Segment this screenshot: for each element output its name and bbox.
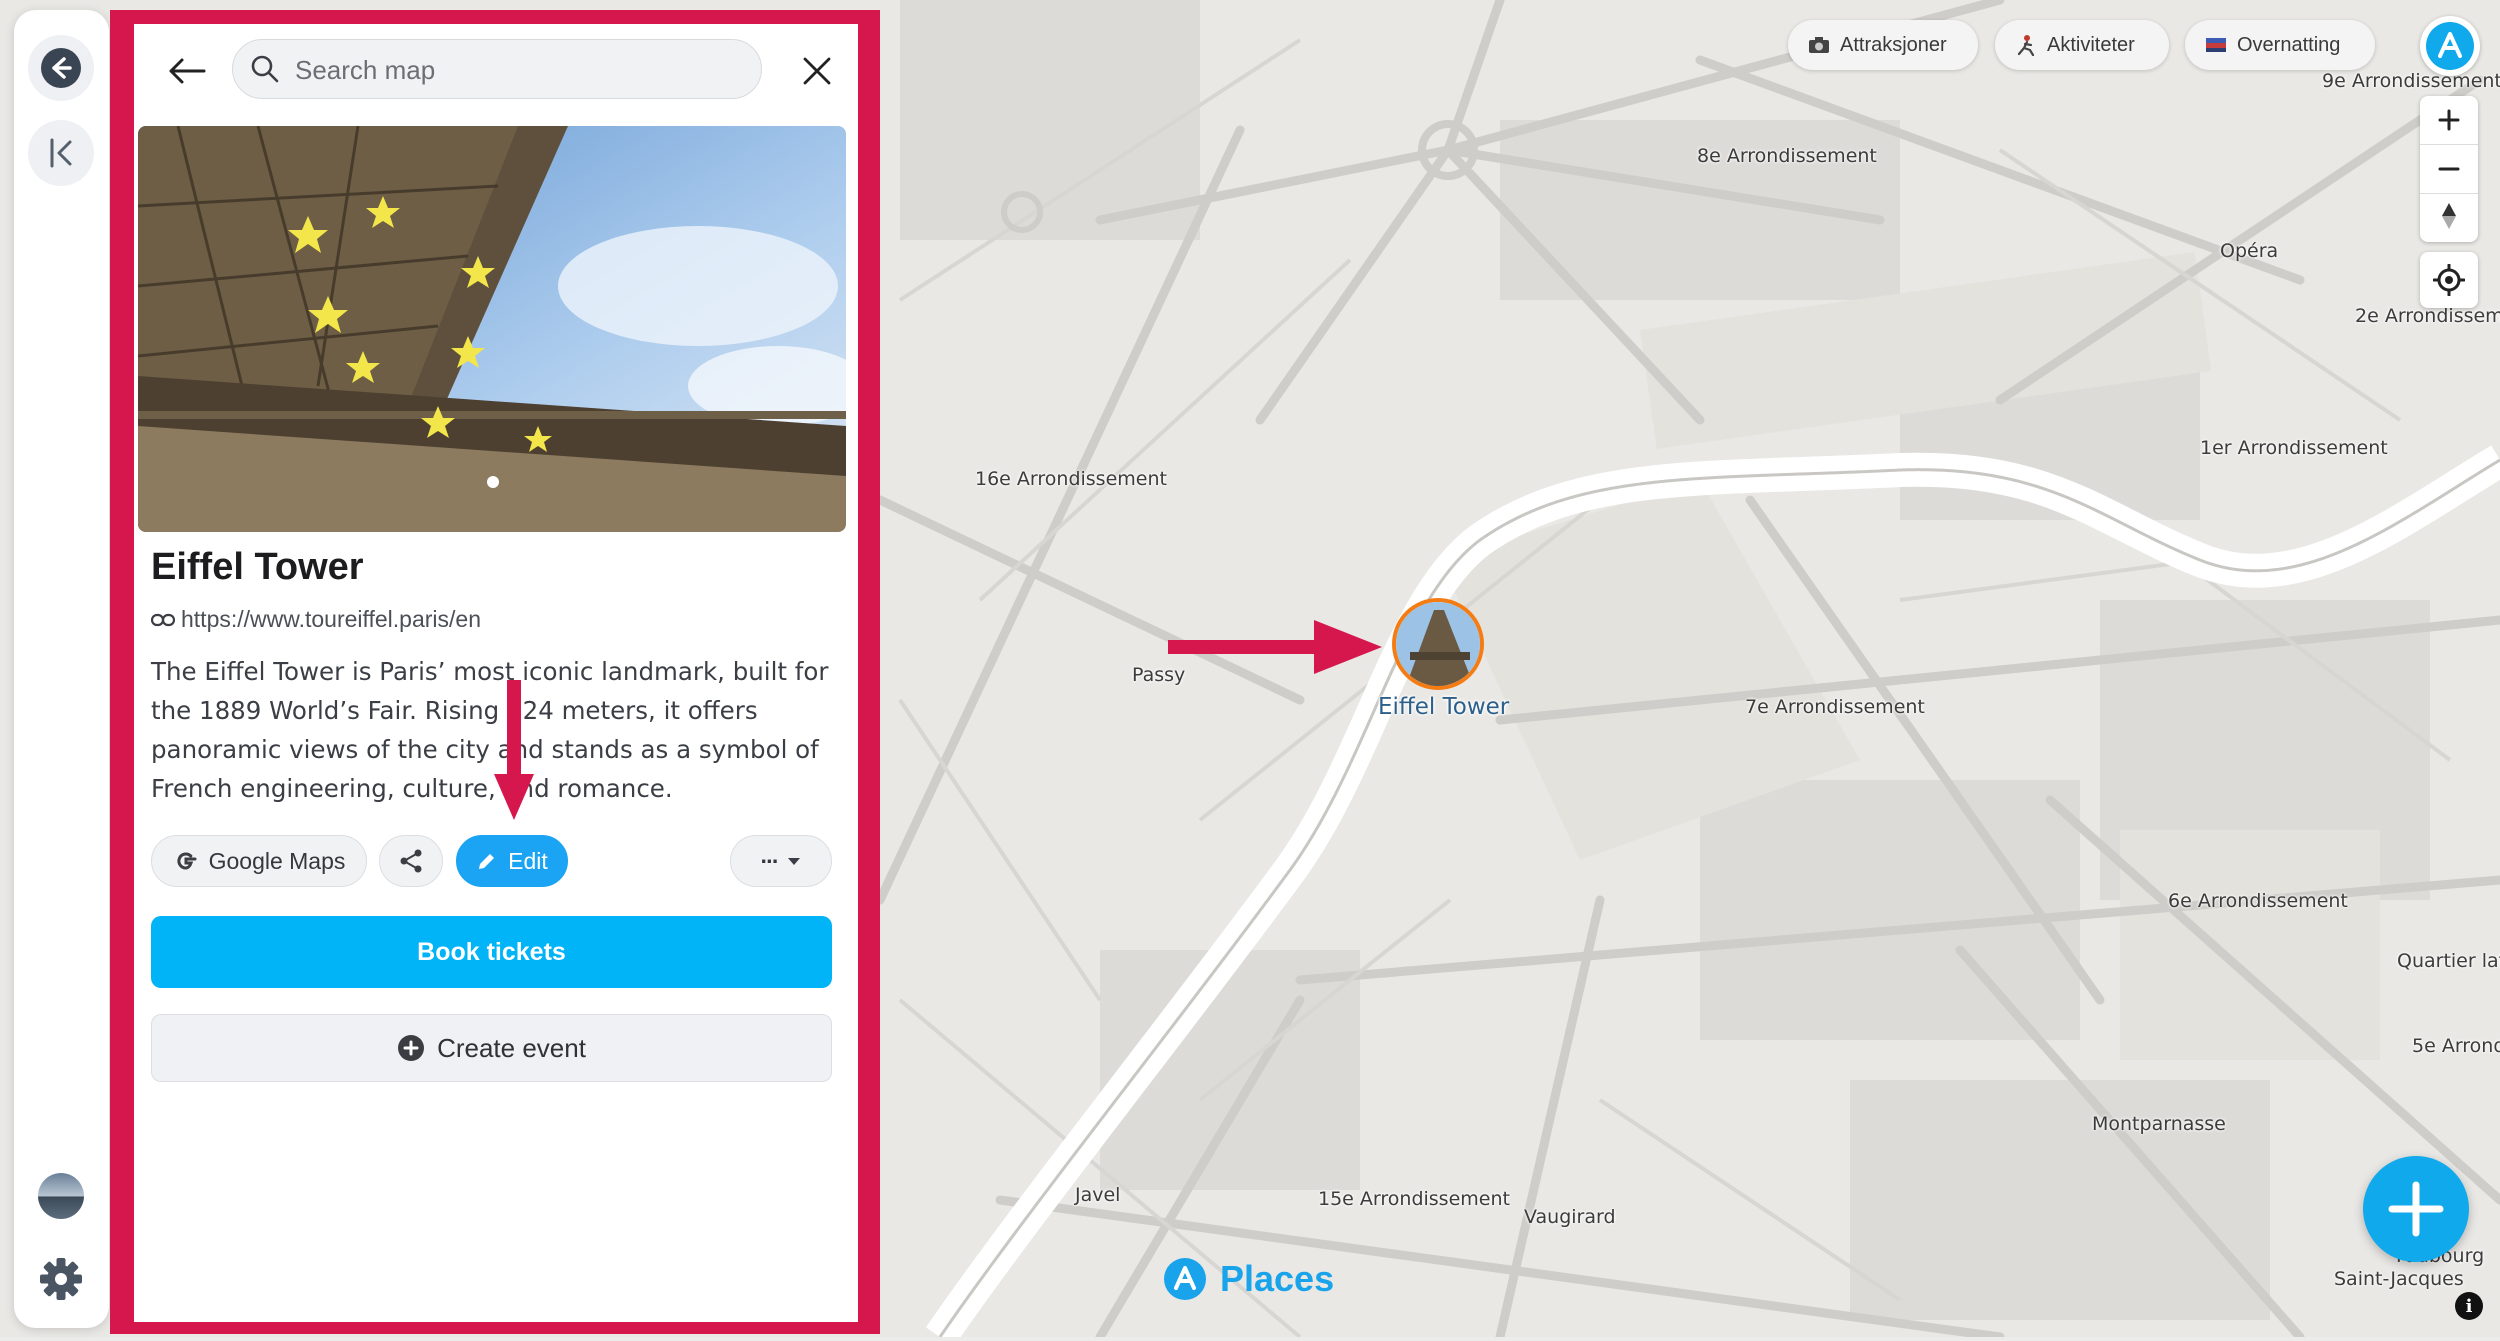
- chevron-down-icon: [788, 858, 801, 865]
- crosshair-icon: [2433, 264, 2465, 296]
- zoom-in-button[interactable]: [2420, 96, 2478, 144]
- district-label: 6e Arrondissement: [2168, 890, 2348, 912]
- google-maps-label: Google Maps: [208, 847, 346, 874]
- more-options-button[interactable]: ···: [730, 835, 832, 887]
- district-label: 9e Arrondissement: [2322, 70, 2500, 92]
- search-input[interactable]: [293, 40, 737, 100]
- compass-icon: [2442, 203, 2456, 229]
- filter-chip-attractions[interactable]: Attraksjoner: [1788, 20, 1978, 70]
- zoom-out-button[interactable]: [2420, 144, 2478, 194]
- district-label: Quartier lati: [2397, 950, 2500, 972]
- district-label: Javel: [1075, 1184, 1121, 1206]
- places-logo-icon: [1164, 1258, 1206, 1300]
- more-options-label: ···: [760, 847, 780, 874]
- district-label: 5e Arrond: [2412, 1035, 2500, 1057]
- places-logo-icon: [2426, 22, 2474, 70]
- my-location-button[interactable]: [2420, 252, 2478, 308]
- settings-button[interactable]: [28, 1246, 94, 1312]
- attribution-info-button[interactable]: i: [2455, 1292, 2483, 1320]
- collapse-left-icon: [50, 138, 72, 168]
- create-event-label: Create event: [437, 1032, 586, 1063]
- activity-icon: [2017, 35, 2035, 56]
- district-label: 2e Arrondisseme: [2355, 305, 2500, 327]
- pencil-icon: [479, 854, 495, 869]
- arrow-left-circle-icon: [41, 48, 81, 88]
- edit-button[interactable]: Edit: [456, 835, 568, 887]
- compass-button[interactable]: [2420, 192, 2478, 240]
- filter-chip-label: Overnatting: [2237, 33, 2341, 56]
- filter-chip-accommodation[interactable]: Overnatting: [2185, 20, 2375, 70]
- annotation-arrow-edit: [494, 680, 534, 820]
- plus-circle-icon: [398, 1035, 425, 1061]
- brand-name: Places: [1220, 1258, 1335, 1299]
- zoom-controls: [2420, 96, 2478, 242]
- google-g-icon: [177, 852, 197, 870]
- collapse-panel-button[interactable]: [28, 120, 94, 186]
- annotation-arrow-marker: [1168, 620, 1382, 674]
- place-photo[interactable]: [138, 126, 846, 532]
- add-place-button[interactable]: [2363, 1156, 2469, 1262]
- plus-icon: [2388, 1181, 2444, 1237]
- panel-back-button[interactable]: [162, 46, 212, 96]
- back-button[interactable]: [28, 35, 94, 101]
- create-event-button[interactable]: Create event: [151, 1014, 832, 1082]
- district-label: Opéra: [2220, 240, 2279, 262]
- gear-icon: [40, 1258, 82, 1300]
- google-maps-button[interactable]: Google Maps: [151, 835, 367, 887]
- marker-thumbnail: [1396, 602, 1480, 686]
- avatar[interactable]: [38, 1173, 84, 1219]
- eiffel-tower-marker[interactable]: [1392, 598, 1484, 690]
- share-icon: [400, 849, 422, 873]
- place-url-text[interactable]: https://www.toureiffel.paris/en: [181, 606, 481, 633]
- left-rail: [14, 10, 109, 1328]
- edit-label: Edit: [508, 847, 548, 874]
- filter-chip-activities[interactable]: Aktiviteter: [1995, 20, 2169, 70]
- arrow-left-icon: [169, 58, 206, 84]
- camera-icon: [1809, 37, 1829, 53]
- search-field[interactable]: [232, 39, 762, 100]
- filter-chip-label: Attraksjoner: [1840, 33, 1947, 56]
- marker-label[interactable]: Eiffel Tower: [1378, 694, 1509, 720]
- place-title: Eiffel Tower: [151, 546, 364, 588]
- district-label: Saint-Jacques: [2334, 1268, 2464, 1290]
- district-label: 15e Arrondissement: [1318, 1188, 1510, 1210]
- place-url[interactable]: https://www.toureiffel.paris/en: [151, 606, 481, 633]
- district-label: 1er Arrondissement: [2200, 437, 2388, 459]
- district-label: 7e Arrondissement: [1745, 696, 1925, 718]
- profile-logo-button[interactable]: [2420, 16, 2480, 76]
- eiffel-tower-photo: [138, 126, 846, 532]
- district-label: Montparnasse: [2092, 1113, 2226, 1135]
- filter-chip-label: Aktiviteter: [2047, 33, 2135, 56]
- close-panel-button[interactable]: [792, 46, 842, 96]
- close-icon: [803, 57, 831, 85]
- places-brand: Places: [1162, 1256, 1334, 1302]
- minus-icon: [2438, 167, 2460, 171]
- share-button[interactable]: [379, 835, 443, 887]
- link-icon: [151, 613, 175, 626]
- search-row: [134, 36, 858, 106]
- book-tickets-button[interactable]: Book tickets: [151, 916, 832, 988]
- district-label: 8e Arrondissement: [1697, 145, 1877, 167]
- search-icon: [251, 55, 279, 83]
- plus-icon: [2438, 109, 2460, 131]
- district-label: Vaugirard: [1524, 1206, 1616, 1228]
- bed-icon: [2206, 38, 2226, 52]
- district-label: 16e Arrondissement: [975, 468, 1167, 490]
- carousel-indicator[interactable]: [487, 476, 499, 488]
